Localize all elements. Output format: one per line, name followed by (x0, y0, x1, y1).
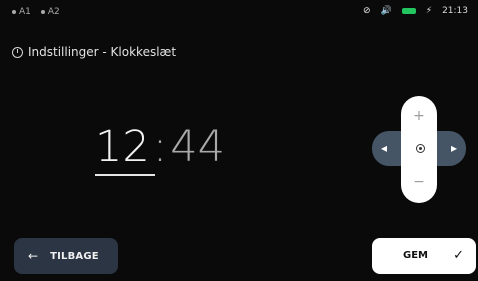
status-clock: 21:13 (442, 6, 468, 16)
volume-icon: 🔊 (380, 5, 392, 16)
back-button-label: TILBAGE (50, 250, 99, 262)
status-item-a2-label: A2 (47, 7, 60, 17)
back-button[interactable]: ← TILBAGE (14, 238, 118, 274)
check-icon: ✓ (453, 248, 464, 263)
save-button-label: GEM (403, 250, 428, 261)
select-icon (415, 143, 425, 153)
increment-button[interactable]: + (401, 108, 437, 124)
left-arrow-icon[interactable]: ◂ (381, 141, 387, 155)
right-arrow-icon[interactable]: ▸ (451, 141, 457, 155)
save-button[interactable]: GEM ✓ (372, 238, 476, 274)
status-item-a2: A2 (40, 7, 60, 17)
status-item-a1: A1 (12, 7, 31, 17)
center-select-button[interactable] (406, 134, 434, 162)
hours-field[interactable]: 12 (95, 122, 150, 172)
back-arrow-icon: ← (28, 249, 39, 263)
no-internet-icon: ⊘ (362, 5, 371, 16)
status-right: ⊘ 🔊 ⚡ 21:13 (363, 6, 468, 16)
status-bar: A1 A2 ⊘ 🔊 ⚡ 21:13 (0, 0, 478, 26)
clock-icon (12, 46, 23, 58)
decrement-button[interactable]: − (401, 174, 437, 190)
time-separator: : (152, 122, 168, 172)
dot-icon (40, 9, 45, 14)
status-left: A1 A2 (12, 7, 60, 17)
status-item-a1-label: A1 (19, 7, 31, 17)
dot-icon (12, 9, 16, 14)
page-header: Indstillinger - Klokkeslæt (12, 45, 176, 59)
page-title: Indstillinger - Klokkeslæt (28, 45, 177, 59)
time-display: 12:44 (95, 122, 225, 172)
minutes-field[interactable]: 44 (170, 122, 225, 172)
power-icon: ⚡ (425, 5, 433, 16)
battery-icon (401, 8, 416, 14)
dpad: ◂ ▸ + − (372, 96, 466, 203)
